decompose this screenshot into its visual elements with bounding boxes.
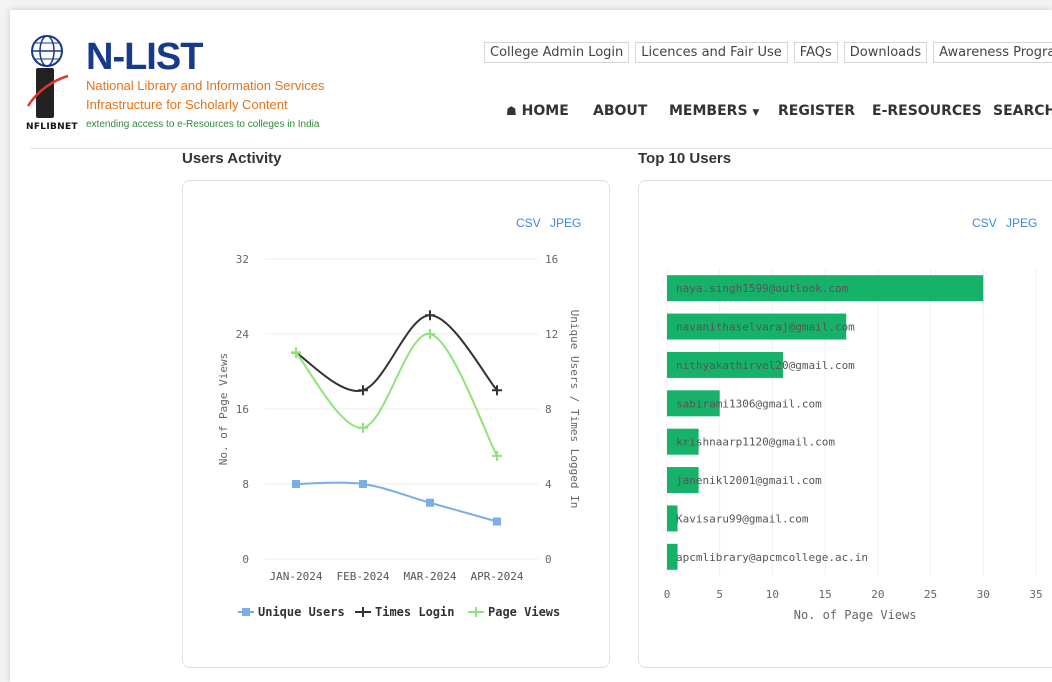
page-views-point — [492, 450, 502, 461]
awareness-programme-link[interactable]: Awareness Programme — [933, 42, 1052, 63]
nav-eresources[interactable]: E-RESOURCES — [872, 103, 982, 119]
caret-down-icon: ▼ — [752, 108, 760, 118]
nav-members[interactable]: MEMBERS ▼ — [669, 103, 759, 119]
logo-abbreviation: NFLIBNET — [26, 122, 78, 132]
y-right-tick-label: 0 — [545, 553, 552, 566]
top-users-title: Top 10 Users — [638, 150, 732, 167]
faqs-link[interactable]: FAQs — [793, 42, 838, 63]
bar-label: janenikl2001@gmail.com — [676, 474, 822, 487]
page: NFLIBNET N-LIST National Library and Inf… — [10, 10, 1052, 682]
x-tick-label: APR-2024 — [471, 570, 524, 583]
y-left-tick-label: 0 — [242, 553, 249, 566]
page-views-point — [425, 329, 435, 339]
licences-link[interactable]: Licences and Fair Use — [635, 42, 788, 63]
unique-users-point — [493, 517, 501, 526]
page-views-legend-marker — [471, 607, 481, 617]
unique-users-legend-marker — [242, 608, 250, 616]
nav-members-label: MEMBERS — [669, 103, 748, 119]
x-tick-label: 10 — [766, 588, 779, 601]
y-left-tick-label: 24 — [236, 328, 250, 341]
y-right-tick-label: 8 — [545, 403, 552, 416]
college-admin-login-link[interactable]: College Admin Login — [484, 42, 630, 63]
times-login-point — [358, 385, 368, 396]
downloads-link[interactable]: Downloads — [843, 42, 928, 63]
x-tick-label: 35 — [1029, 588, 1042, 601]
bar-label: sabirami1306@gmail.com — [676, 397, 822, 410]
bar-label: Kavisaru99@gmail.com — [676, 512, 809, 525]
unique-users-point — [426, 498, 434, 507]
unique-users-point — [359, 480, 367, 488]
x-tick-label: JAN-2024 — [270, 570, 323, 583]
nav-register[interactable]: REGISTER — [778, 103, 855, 119]
x-axis-title: No. of Page Views — [794, 608, 917, 622]
nav-home-label: HOME — [521, 103, 569, 119]
bar-label: nithyakathirvel20@gmail.com — [676, 359, 855, 372]
bar-label: apcmlibrary@apcmcollege.ac.in — [676, 551, 868, 564]
y-right-axis-title: Unique Users / Times Logged In — [568, 310, 581, 509]
unique-users-line — [295, 481, 498, 523]
users-activity-chart: 0 8 16 24 32 0 4 8 12 16 JAN-2024 FEB-2024 MAR-2024 A… — [217, 253, 581, 619]
bar-label: naya.singh1599@outlook.com — [676, 282, 849, 295]
top-users-chart: 0 5 10 15 20 25 30 35 No. of Page Views naya.sing… — [664, 269, 1043, 622]
users-activity-card: CSV JPEG 0 8 16 24 32 0 4 8 12 16 JAN-2024 FEB-2024… — [182, 180, 610, 668]
x-tick-label: 30 — [977, 588, 990, 601]
y-left-axis-title: No. of Page Views — [217, 353, 230, 466]
x-tick-label: 15 — [819, 588, 832, 601]
y-right-tick-label: 4 — [545, 478, 552, 491]
bar-label: navanithaselvaraj@gmail.com — [676, 321, 855, 334]
site-subtitle-line2: Infrastructure for Scholarly Content — [86, 97, 288, 112]
times-login-legend-label: Times Login — [375, 605, 454, 619]
site-tagline: extending access to e-Resources to colle… — [86, 119, 320, 130]
page-views-point — [358, 422, 368, 433]
top-users-card: CSV JPEG 0 5 10 15 20 25 30 35 No. of Page Views… — [638, 180, 1052, 668]
nav-home[interactable]: ☗ HOME — [506, 103, 569, 119]
bar-label: krishnaarp1120@gmail.com — [676, 436, 835, 449]
page-views-legend-label: Page Views — [488, 605, 560, 619]
y-left-tick-label: 8 — [242, 478, 249, 491]
nav-search[interactable]: SEARCH — [993, 103, 1052, 119]
unique-users-legend-label: Unique Users — [258, 605, 345, 619]
x-tick-label: 25 — [924, 588, 937, 601]
globe-icon — [31, 35, 63, 67]
y-right-tick-label: 16 — [545, 253, 558, 266]
times-login-legend-marker — [358, 607, 368, 617]
y-right-tick-label: 12 — [545, 328, 558, 341]
y-left-tick-label: 32 — [236, 253, 249, 266]
site-title[interactable]: N-LIST — [86, 36, 203, 79]
home-icon: ☗ — [506, 104, 517, 118]
times-login-point — [425, 310, 435, 321]
header-divider — [30, 148, 1052, 149]
x-tick-label: MAR-2024 — [404, 570, 457, 583]
unique-users-point — [292, 480, 300, 488]
x-tick-label: 5 — [716, 588, 723, 601]
x-tick-label: FEB-2024 — [337, 570, 390, 583]
users-activity-title: Users Activity — [182, 150, 282, 167]
swoosh-icon — [26, 74, 69, 107]
site-subtitle-line1: National Library and Information Service… — [86, 78, 325, 93]
x-tick-label: 20 — [871, 588, 884, 601]
y-left-tick-label: 16 — [236, 403, 249, 416]
x-tick-label: 0 — [664, 588, 671, 601]
utility-links: College Admin Login Licences and Fair Us… — [484, 42, 1052, 63]
nav-about[interactable]: ABOUT — [593, 103, 647, 119]
